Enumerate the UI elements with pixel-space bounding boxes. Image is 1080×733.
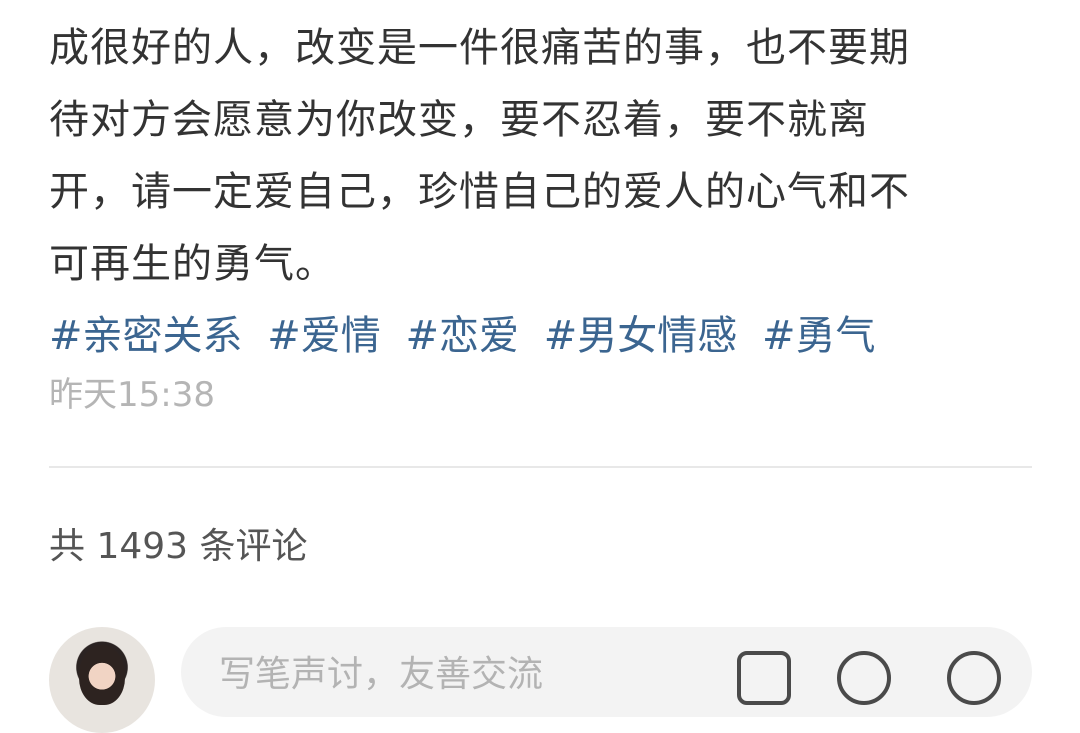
tag-intimacy[interactable]: #亲密关系: [49, 313, 243, 359]
post-text-line-2: 待对方会愿意为你改变，要不忍着，要不就离: [49, 97, 869, 143]
tag-love[interactable]: #爱情: [267, 313, 381, 359]
post-timestamp: 昨天15:38: [49, 375, 215, 415]
tag-courage[interactable]: #勇气: [762, 313, 876, 359]
emoji-icon[interactable]: [947, 651, 1001, 705]
post-text-line-3: 开，请一定爱自己，珍惜自己的爱人的心气和不: [49, 169, 910, 215]
post-text-line-1: 成很好的人，改变是一件很痛苦的事，也不要期: [49, 25, 910, 71]
comment-input[interactable]: 写笔声讨，友善交流: [181, 627, 1032, 717]
section-divider: [49, 466, 1032, 468]
tag-relationship-emotion[interactable]: #男女情感: [544, 313, 738, 359]
comment-count: 共 1493 条评论: [49, 526, 308, 567]
post-tags: #亲密关系 #爱情 #恋爱 #男女情感 #勇气: [49, 300, 1039, 372]
comment-placeholder: 写笔声讨，友善交流: [219, 654, 544, 695]
tag-romance[interactable]: #恋爱: [405, 313, 519, 359]
post-text-line-4: 可再生的勇气。: [49, 241, 336, 287]
avatar[interactable]: [49, 627, 155, 733]
post-body: 成很好的人，改变是一件很痛苦的事，也不要期 待对方会愿意为你改变，要不忍着，要不…: [49, 12, 1039, 372]
at-icon[interactable]: [837, 651, 891, 705]
image-icon[interactable]: [737, 651, 791, 705]
